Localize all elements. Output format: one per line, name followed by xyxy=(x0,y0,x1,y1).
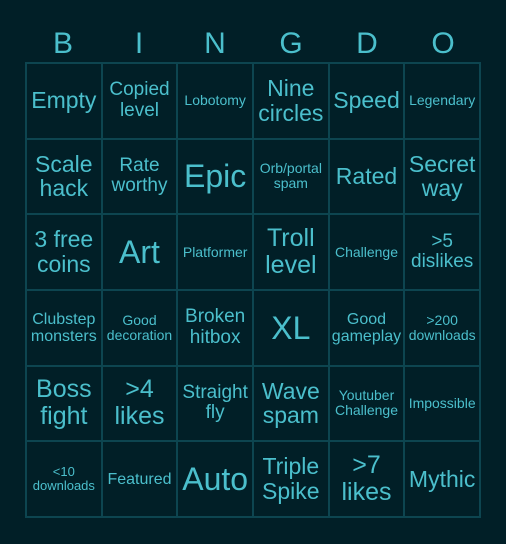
bingo-cell[interactable]: Rate worthy xyxy=(101,138,178,215)
bingo-cell[interactable]: Rated xyxy=(328,138,405,215)
bingo-cell[interactable]: Copied level xyxy=(101,63,178,139)
bingo-cell[interactable]: Empty xyxy=(26,63,102,139)
bingo-cell[interactable]: >7 likes xyxy=(328,441,405,517)
bingo-cell[interactable]: Good gameplay xyxy=(328,289,405,366)
bingo-board: Empty Copied level Lobotomy Nine circles… xyxy=(25,62,481,518)
bingo-cell[interactable]: Art xyxy=(101,214,178,290)
bingo-cell[interactable]: Secret way xyxy=(404,138,480,215)
bingo-cell[interactable]: Speed xyxy=(328,63,405,139)
bingo-cell[interactable]: XL xyxy=(252,289,329,366)
header-letter-d: D xyxy=(356,27,378,60)
bingo-cell[interactable]: Scale hack xyxy=(26,138,102,215)
header-letter-n: N xyxy=(204,27,226,60)
header-letter-o: O xyxy=(431,27,455,60)
bingo-cell[interactable]: Triple Spike xyxy=(252,441,329,517)
bingo-cell[interactable]: Clubstep monsters xyxy=(26,289,102,366)
bingo-cell[interactable]: 3 free coins xyxy=(26,214,102,290)
bingo-cell[interactable]: Good decoration xyxy=(101,289,178,366)
bingo-header: B I N G D O xyxy=(25,26,481,62)
bingo-cell[interactable]: Mythic xyxy=(404,441,480,517)
bingo-cell[interactable]: Youtuber Challenge xyxy=(328,365,405,442)
bingo-cell[interactable]: >4 likes xyxy=(101,365,178,442)
bingo-cell[interactable]: Challenge xyxy=(328,214,405,290)
bingo-cell[interactable]: Epic xyxy=(177,138,253,215)
bingo-cell[interactable]: Auto xyxy=(177,441,253,517)
bingo-cell[interactable]: >5 dislikes xyxy=(404,214,480,290)
header-letter-b: B xyxy=(52,27,73,60)
bingo-cell[interactable]: Troll level xyxy=(252,214,329,290)
bingo-cell[interactable]: Platformer xyxy=(177,214,253,290)
bingo-cell[interactable]: Featured xyxy=(101,441,178,517)
bingo-cell[interactable]: Broken hitbox xyxy=(177,289,253,366)
bingo-cell[interactable]: Wave spam xyxy=(252,365,329,442)
bingo-cell[interactable]: Nine circles xyxy=(252,63,329,139)
bingo-cell[interactable]: Legendary xyxy=(404,63,480,139)
bingo-cell[interactable]: Lobotomy xyxy=(177,63,253,139)
bingo-cell[interactable]: Orb/portal spam xyxy=(252,138,329,215)
header-letter-g: G xyxy=(279,27,303,60)
bingo-cell[interactable]: >200 downloads xyxy=(404,289,480,366)
bingo-cell[interactable]: Boss fight xyxy=(26,365,102,442)
header-letter-i: I xyxy=(134,27,144,60)
bingo-cell[interactable]: <10 downloads xyxy=(26,441,102,517)
bingo-cell[interactable]: Straight fly xyxy=(177,365,253,442)
bingo-cell[interactable]: Impossible xyxy=(404,365,480,442)
